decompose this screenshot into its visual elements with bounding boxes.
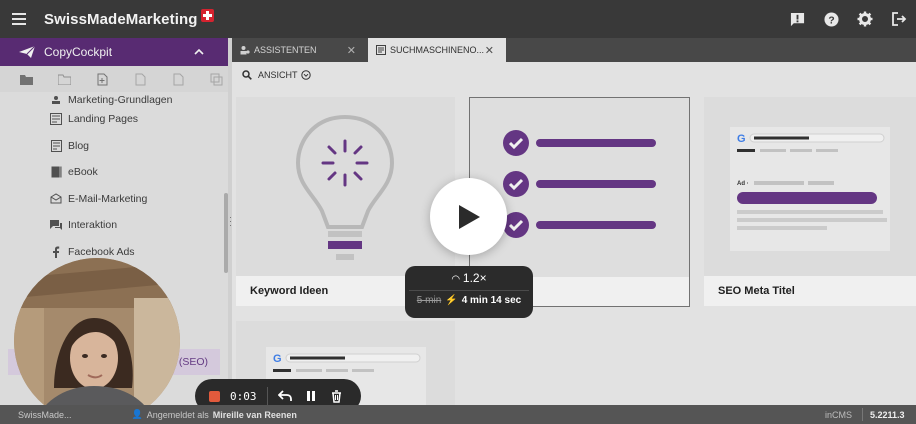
tab-bar: ASSISTENTEN ✕ SUCHMASCHINENO... ✕ <box>232 38 916 62</box>
sidebar-section-header[interactable]: CopyCockpit <box>0 38 228 66</box>
status-brand: SwissMade... <box>18 409 72 420</box>
swiss-flag-icon <box>200 8 214 22</box>
sidebar-item-ebook[interactable]: eBook <box>0 159 228 186</box>
stop-recording-button[interactable] <box>209 390 220 402</box>
logged-in-info: 👤 Angemeldet als Mireille van Reenen <box>132 409 297 420</box>
brand-logo[interactable]: SwissMadeMarketing <box>44 11 198 28</box>
card-title: SEO Meta Titel <box>718 285 795 297</box>
sidebar-item-label: Interaktion <box>68 219 118 232</box>
logged-in-label: Angemeldet als <box>146 409 209 420</box>
svg-text:Ad ·: Ad · <box>737 181 749 187</box>
sidebar-list: Marketing-Grundlagen Landing Pages Blog … <box>0 92 228 265</box>
card-title: Keyword Ideen <box>250 285 329 297</box>
close-icon[interactable]: ✕ <box>485 44 494 57</box>
document-icon <box>376 45 386 55</box>
content-grid: Keyword Ideen G Ad · SEO Meta Titel G <box>232 88 916 405</box>
user-name[interactable]: Mireille van Reenen <box>213 410 297 420</box>
speed-icon: ◠ <box>451 274 463 285</box>
facebook-icon <box>50 246 62 258</box>
card-illustration <box>470 98 689 277</box>
person-icon <box>50 94 62 106</box>
close-icon[interactable]: ✕ <box>347 44 356 57</box>
card-illustration <box>236 97 455 276</box>
top-icons: ? <box>780 0 916 38</box>
presenter-video <box>14 258 180 424</box>
new-duration: 4 min 14 sec <box>461 295 522 306</box>
svg-text:?: ? <box>828 15 834 26</box>
lightbulb-icon <box>295 114 395 260</box>
chat-alert-icon[interactable] <box>780 0 814 38</box>
undo-icon[interactable] <box>272 390 298 402</box>
search-result-icon: G Ad · <box>730 127 890 251</box>
sidebar-item-email-marketing[interactable]: E-Mail-Marketing <box>0 186 228 213</box>
sidebar-item-label: Marketing-Grundlagen <box>68 94 173 106</box>
chevron-down-circle-icon[interactable] <box>300 70 311 80</box>
sidebar-item-label: Blog <box>68 139 90 152</box>
recording-timer: 0:03 <box>230 389 257 403</box>
speed-value: 1.2× <box>462 271 487 285</box>
folder-icon[interactable] <box>16 71 36 87</box>
top-bar: SwissMadeMarketing ? <box>0 0 916 38</box>
playback-speed-badge[interactable]: ◠ 1.2× 5 min ⚡ 4 min 14 sec <box>405 266 533 318</box>
view-toolbar: ANSICHT <box>232 62 916 88</box>
app-root: SwissMadeMarketing ? CopyCockpit Marketi… <box>0 0 916 424</box>
card-seo-meta-titel[interactable]: G Ad · SEO Meta Titel <box>704 97 916 306</box>
search-icon[interactable] <box>242 70 252 80</box>
assistant-icon <box>240 45 250 55</box>
chat-icon <box>50 219 62 231</box>
tab-label: ASSISTENTEN <box>254 45 317 55</box>
original-duration: 5 min <box>416 295 442 306</box>
checklist-icon <box>503 130 656 238</box>
sidebar-toolbar <box>0 66 228 92</box>
delete-icon[interactable] <box>324 389 350 403</box>
play-button[interactable] <box>430 178 507 255</box>
version-label: 5.2211.3 <box>870 409 905 420</box>
sidebar-item-label: Landing Pages <box>68 113 139 126</box>
view-dropdown[interactable]: ANSICHT <box>258 70 298 80</box>
tab-assistenten[interactable]: ASSISTENTEN ✕ <box>232 38 368 62</box>
sidebar-item-label: Facebook Ads <box>68 245 135 258</box>
copy-page-icon[interactable] <box>130 71 150 87</box>
tab-suchmaschinenoptimierung[interactable]: SUCHMASCHINENO... ✕ <box>368 38 506 62</box>
tab-label: SUCHMASCHINENO... <box>390 45 485 55</box>
sidebar-item-label: E-Mail-Marketing <box>68 192 148 205</box>
svg-text:G: G <box>737 133 746 145</box>
folder-open-icon[interactable] <box>54 71 74 87</box>
paper-plane-icon <box>19 45 36 58</box>
move-page-icon[interactable] <box>168 71 188 87</box>
new-page-icon[interactable] <box>92 71 112 87</box>
sidebar-item-landing-pages[interactable]: Landing Pages <box>0 106 228 133</box>
status-bar: SwissMade... 👤 Angemeldet als Mireille v… <box>0 405 916 424</box>
sidebar-section-title: CopyCockpit <box>44 45 113 59</box>
svg-text:G: G <box>273 353 282 365</box>
book-icon <box>50 166 62 178</box>
time-saved-label: 5 min ⚡ 4 min 14 sec <box>405 295 533 306</box>
menu-icon[interactable] <box>12 13 34 25</box>
chevron-up-icon[interactable] <box>194 47 204 58</box>
lightning-icon: ⚡ <box>445 295 458 306</box>
sidebar-item-marketing-grundlagen[interactable]: Marketing-Grundlagen <box>0 92 228 106</box>
speed-label: ◠ 1.2× <box>405 271 533 285</box>
divider <box>409 290 529 291</box>
divider <box>266 387 268 405</box>
play-icon <box>458 204 480 229</box>
duplicate-icon[interactable] <box>206 71 226 87</box>
help-icon[interactable]: ? <box>814 0 848 38</box>
page-icon <box>50 113 62 126</box>
webcam-bubble[interactable] <box>14 258 180 424</box>
cms-label: inCMS <box>825 409 853 420</box>
card-illustration: G Ad · <box>704 97 916 276</box>
logout-icon[interactable] <box>882 0 916 38</box>
blog-icon <box>50 139 62 152</box>
mail-icon <box>50 193 62 205</box>
divider <box>862 408 863 421</box>
sidebar-item-interaktion[interactable]: Interaktion <box>0 212 228 239</box>
settings-icon[interactable] <box>848 0 882 38</box>
sidebar-item-label: eBook <box>68 166 98 179</box>
user-icon: 👤 <box>131 409 143 419</box>
sidebar-item-blog[interactable]: Blog <box>0 133 228 160</box>
pause-icon[interactable] <box>298 390 324 402</box>
